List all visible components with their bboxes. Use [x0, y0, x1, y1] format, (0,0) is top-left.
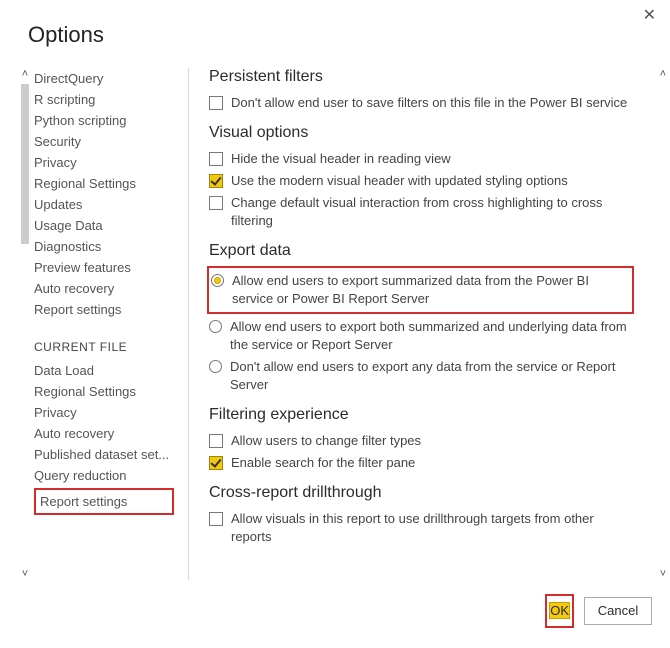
option-label: Enable search for the filter pane — [231, 454, 632, 472]
group-export-data: Export data — [209, 242, 632, 260]
option-label: Allow end users to export both summarize… — [230, 318, 632, 354]
checkbox-cross-filtering[interactable]: Change default visual interaction from c… — [209, 192, 632, 232]
radio-selected-icon — [211, 274, 224, 287]
radio-export-none[interactable]: Don't allow end users to export any data… — [209, 356, 632, 396]
radio-icon — [209, 360, 222, 373]
chevron-up-icon[interactable]: ˄ — [19, 68, 31, 80]
checkbox-icon — [209, 96, 223, 110]
scrollbar-thumb[interactable] — [21, 84, 29, 244]
chevron-down-icon[interactable]: ˅ — [19, 568, 31, 580]
sidebar-item-privacy[interactable]: Privacy — [34, 152, 174, 173]
checkbox-icon — [209, 196, 223, 210]
sidebar-item-report-settings-file[interactable]: Report settings — [40, 491, 168, 512]
sidebar-item-python-scripting[interactable]: Python scripting — [34, 110, 174, 131]
radio-export-summarized[interactable]: Allow end users to export summarized dat… — [211, 270, 630, 310]
option-label: Don't allow end users to export any data… — [230, 358, 632, 394]
option-label: Use the modern visual header with update… — [231, 172, 632, 190]
sidebar-item-data-load[interactable]: Data Load — [34, 360, 174, 381]
radio-icon — [209, 320, 222, 333]
sidebar-item-r-scripting[interactable]: R scripting — [34, 89, 174, 110]
cancel-button[interactable]: Cancel — [584, 597, 652, 625]
chevron-up-icon[interactable]: ˄ — [657, 68, 669, 80]
radio-export-both[interactable]: Allow end users to export both summarize… — [209, 316, 632, 356]
checkbox-checked-icon — [209, 174, 223, 188]
sidebar-item-report-settings-global[interactable]: Report settings — [34, 299, 174, 320]
sidebar-item-query-reduction[interactable]: Query reduction — [34, 465, 174, 486]
close-icon[interactable]: ✕ — [643, 8, 656, 24]
checkbox-icon — [209, 152, 223, 166]
option-label: Don't allow end user to save filters on … — [231, 94, 632, 112]
sidebar-item-privacy-file[interactable]: Privacy — [34, 402, 174, 423]
ok-button[interactable]: OK — [549, 602, 570, 619]
checkbox-persistent-filters[interactable]: Don't allow end user to save filters on … — [209, 92, 632, 114]
option-label: Allow end users to export summarized dat… — [232, 272, 630, 308]
sidebar-item-published-dataset[interactable]: Published dataset set... — [34, 444, 174, 465]
sidebar-scrollbar[interactable]: ˄ ˅ — [20, 68, 30, 580]
chevron-down-icon[interactable]: ˅ — [657, 568, 669, 580]
sidebar-item-regional-settings-file[interactable]: Regional Settings — [34, 381, 174, 402]
sidebar-section-current-file: CURRENT FILE — [34, 340, 184, 354]
sidebar-item-usage-data[interactable]: Usage Data — [34, 215, 174, 236]
checkbox-hide-visual-header[interactable]: Hide the visual header in reading view — [209, 148, 632, 170]
sidebar-item-directquery[interactable]: DirectQuery — [34, 68, 174, 89]
checkbox-icon — [209, 434, 223, 448]
option-label: Change default visual interaction from c… — [231, 194, 632, 230]
checkbox-change-filter-types[interactable]: Allow users to change filter types — [209, 430, 632, 452]
sidebar-item-auto-recovery-file[interactable]: Auto recovery — [34, 423, 174, 444]
sidebar-item-security[interactable]: Security — [34, 131, 174, 152]
sidebar-item-preview-features[interactable]: Preview features — [34, 257, 174, 278]
option-label: Hide the visual header in reading view — [231, 150, 632, 168]
main-panel: Persistent filters Don't allow end user … — [195, 68, 654, 580]
option-label: Allow users to change filter types — [231, 432, 632, 450]
sidebar-item-updates[interactable]: Updates — [34, 194, 174, 215]
sidebar-item-diagnostics[interactable]: Diagnostics — [34, 236, 174, 257]
option-label: Allow visuals in this report to use dril… — [231, 510, 632, 546]
group-persistent-filters: Persistent filters — [209, 68, 632, 86]
group-cross-report-drillthrough: Cross-report drillthrough — [209, 484, 632, 502]
sidebar-item-auto-recovery[interactable]: Auto recovery — [34, 278, 174, 299]
sidebar-item-regional-settings[interactable]: Regional Settings — [34, 173, 174, 194]
group-visual-options: Visual options — [209, 124, 632, 142]
checkbox-checked-icon — [209, 456, 223, 470]
checkbox-icon — [209, 512, 223, 526]
checkbox-enable-search-filter[interactable]: Enable search for the filter pane — [209, 452, 632, 474]
checkbox-modern-visual-header[interactable]: Use the modern visual header with update… — [209, 170, 632, 192]
footer: OK Cancel — [545, 594, 652, 628]
sidebar: DirectQuery R scripting Python scripting… — [24, 68, 184, 580]
checkbox-cross-report-drillthrough[interactable]: Allow visuals in this report to use dril… — [209, 508, 632, 548]
page-title: Options — [28, 22, 104, 48]
divider — [188, 68, 189, 580]
main-scrollbar[interactable]: ˄ ˅ — [658, 68, 668, 580]
group-filtering-experience: Filtering experience — [209, 406, 632, 424]
